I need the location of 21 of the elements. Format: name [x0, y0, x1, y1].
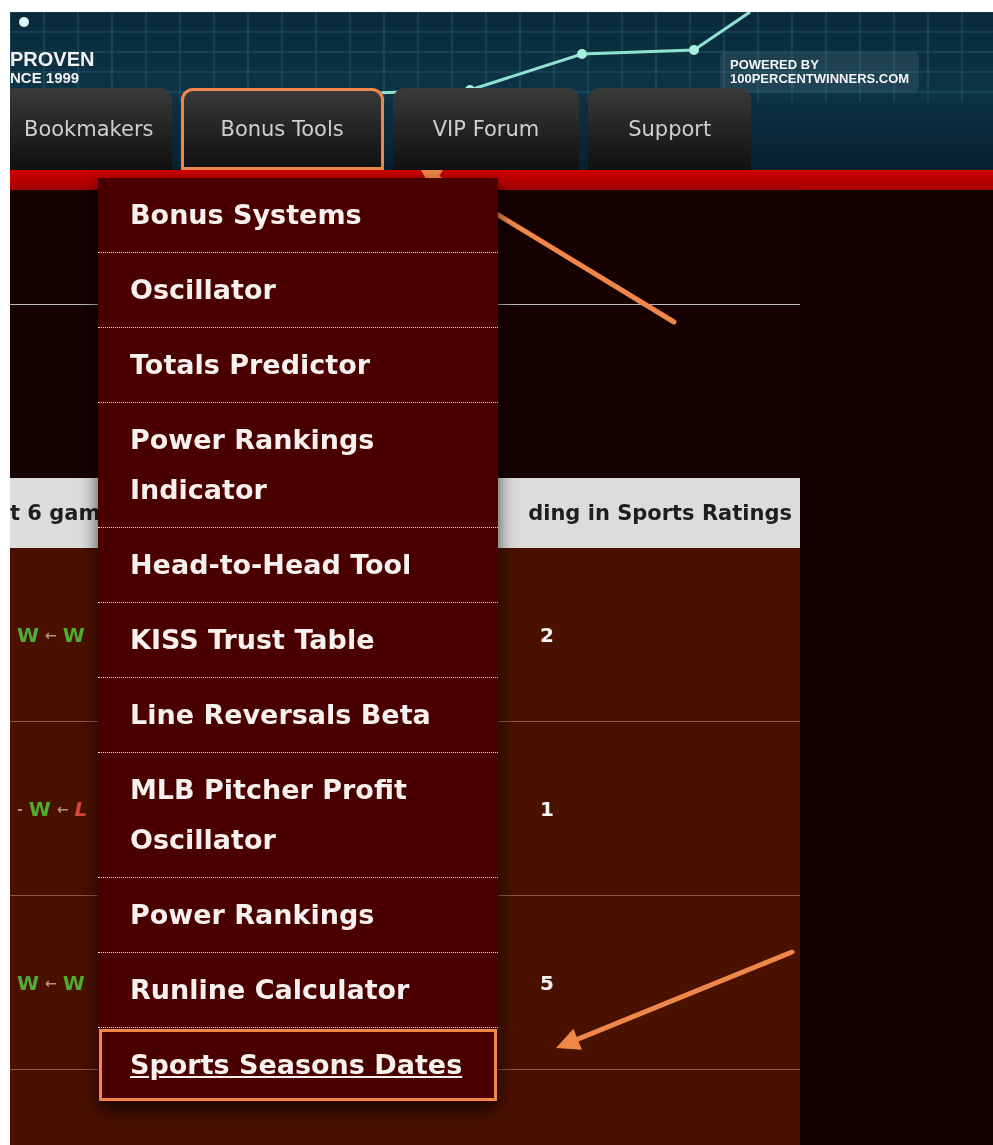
menu-item[interactable]: Power Rankings: [98, 878, 498, 953]
banner-tagline: NCE 1999: [10, 70, 81, 86]
nav-tab[interactable]: Support: [588, 88, 752, 170]
menu-item[interactable]: Runline Calculator: [98, 953, 498, 1028]
menu-item[interactable]: Line Reversals Beta: [98, 678, 498, 753]
menu-item[interactable]: Power Rankings Indicator: [98, 403, 498, 528]
menu-item[interactable]: Oscillator: [98, 253, 498, 328]
menu-item[interactable]: MLB Pitcher Profit Oscillator: [98, 753, 498, 878]
nav-tab[interactable]: VIP Forum: [392, 88, 580, 170]
dot-icon: [19, 17, 29, 27]
menu-item[interactable]: Head-to-Head Tool: [98, 528, 498, 603]
powered-by-badge: POWERED BY 100PERCENTWINNERS.COM: [720, 52, 920, 92]
data-point: [577, 49, 587, 59]
menu-item[interactable]: KISS Trust Table: [98, 603, 498, 678]
column-header: ding in Sports Ratings: [528, 501, 792, 525]
data-point: [689, 45, 699, 55]
menu-item[interactable]: Bonus Systems: [98, 178, 498, 253]
banner-tagline: PROVEN: [10, 48, 95, 70]
nav-tab[interactable]: Bookmakers: [10, 88, 172, 170]
menu-item[interactable]: Totals Predictor: [98, 328, 498, 403]
column-header: t 6 gam: [10, 501, 101, 525]
